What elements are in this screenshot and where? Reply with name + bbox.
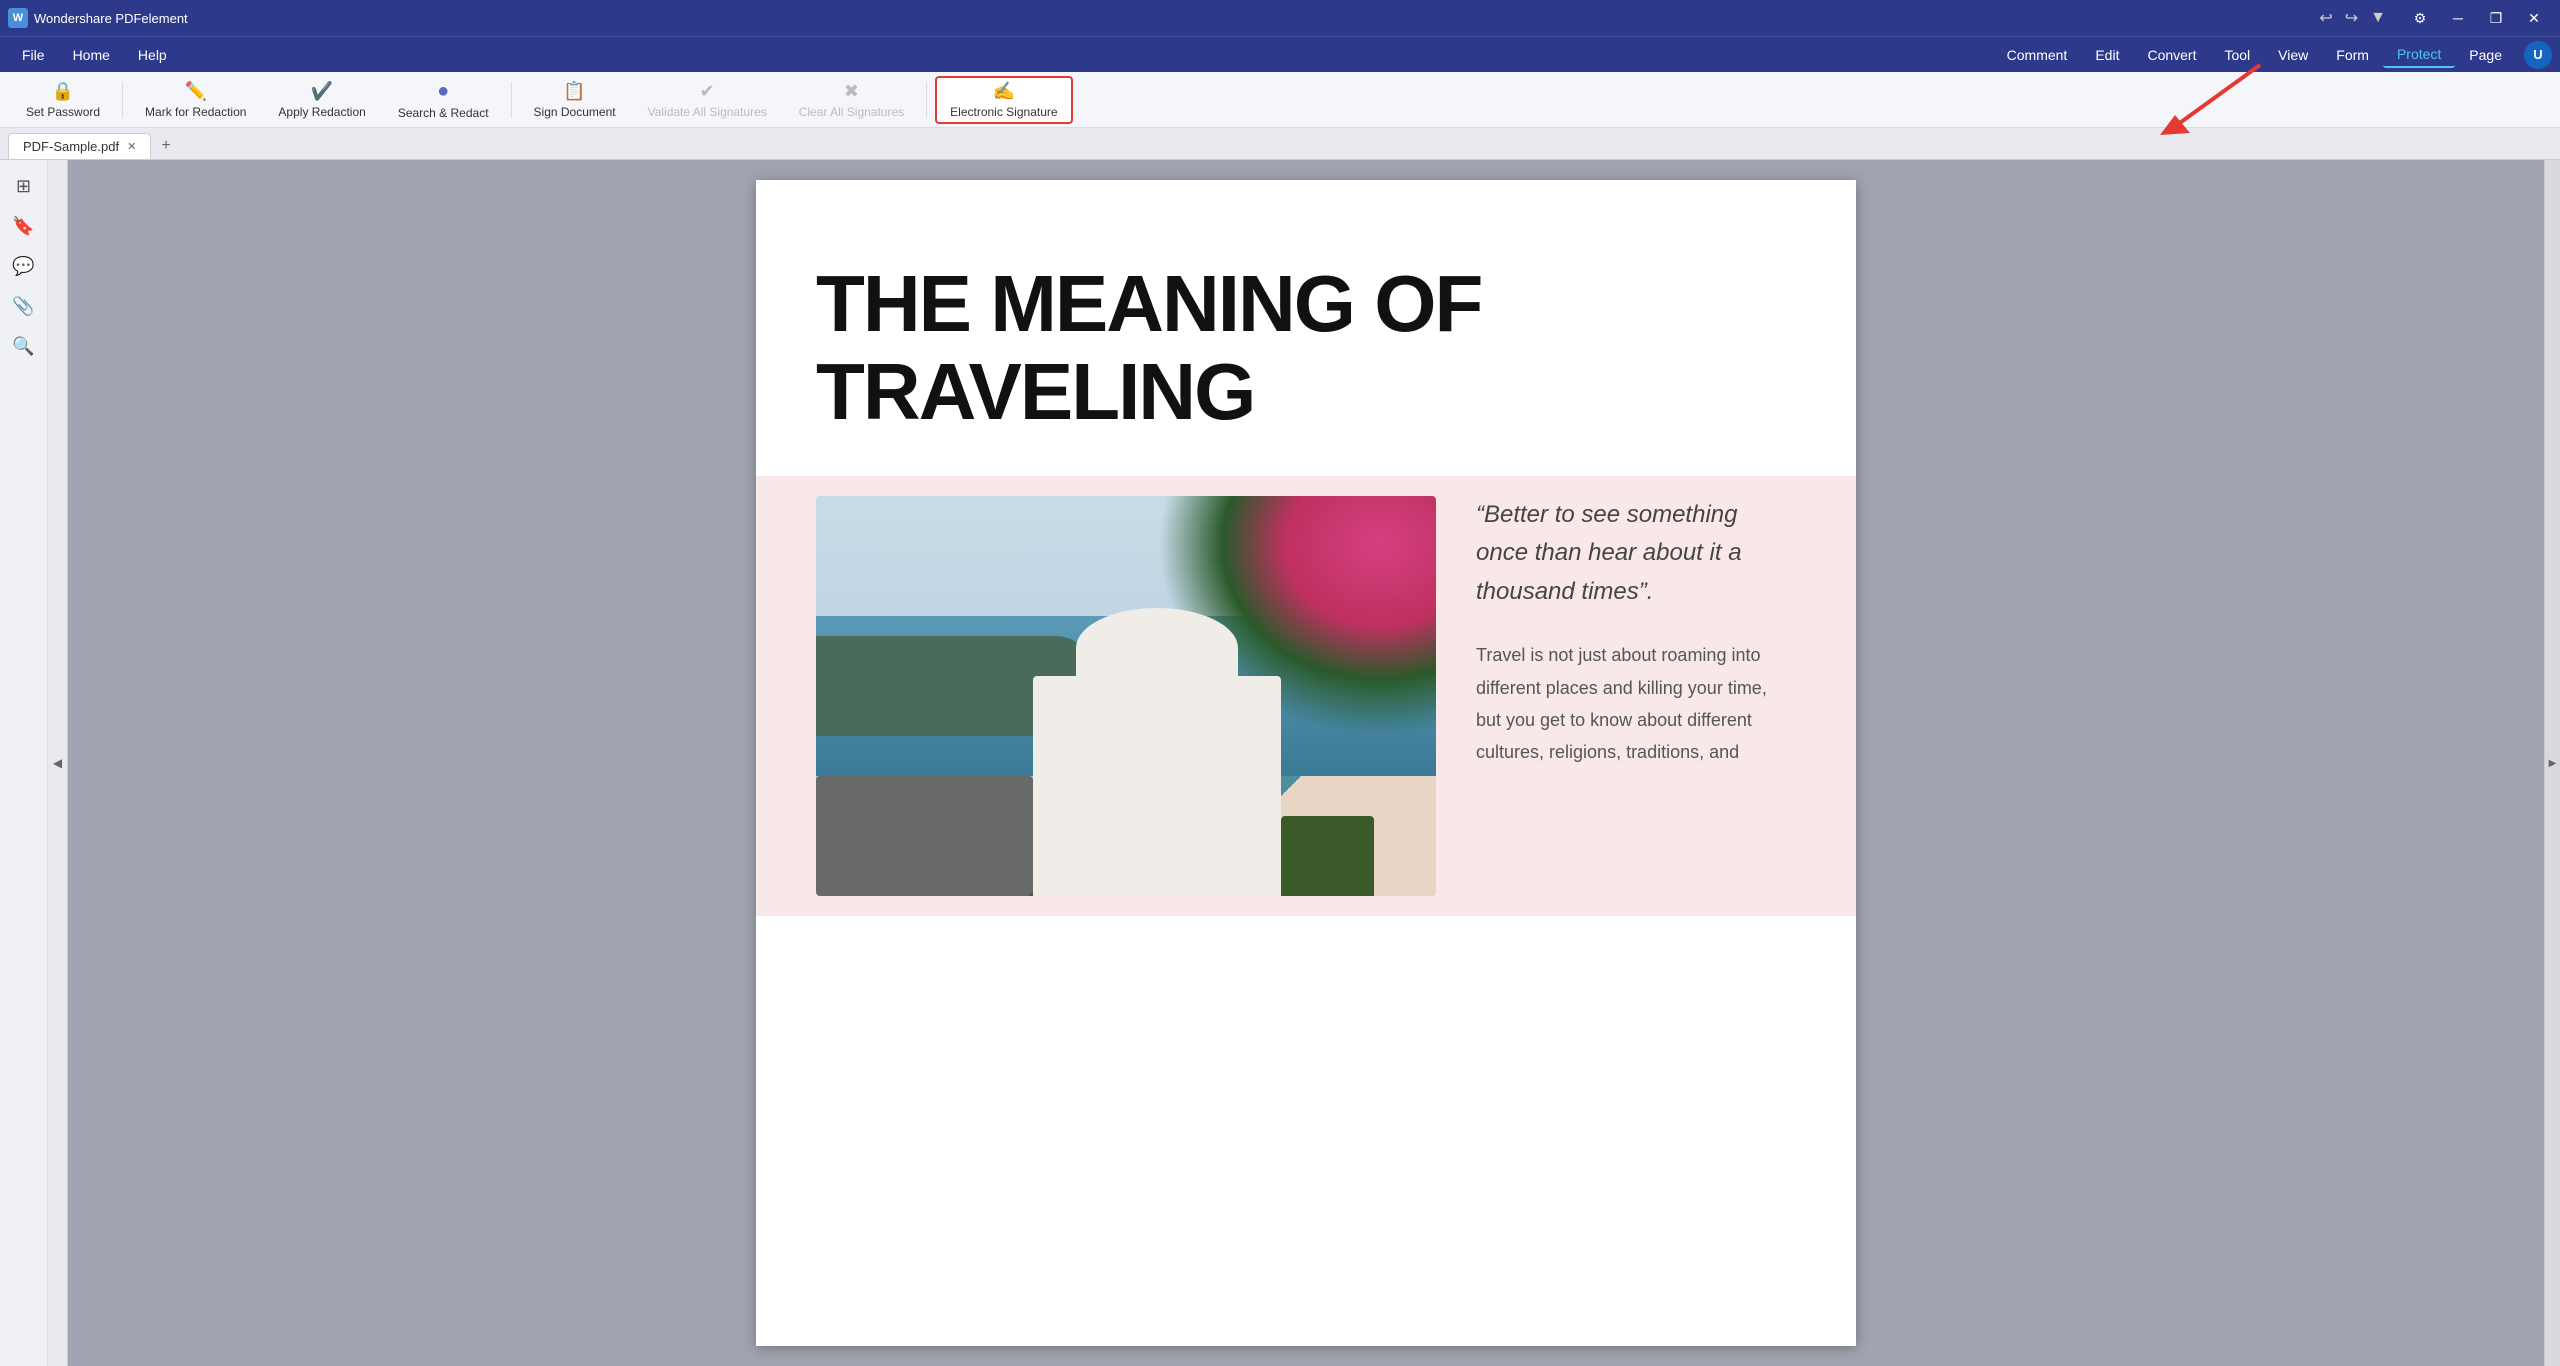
separator-1 [122,82,123,118]
separator-2 [511,82,512,118]
right-collapse-button[interactable]: ▶ [2544,160,2560,1366]
search-icon[interactable]: 🔍 [6,328,42,364]
validate-signatures-label: Validate All Signatures [648,105,767,119]
clear-signatures-label: Clear All Signatures [799,105,904,119]
search-redact-label: Search & Redact [398,106,489,120]
sign-document-label: Sign Document [534,105,616,119]
set-password-icon: 🔒 [52,81,74,102]
pdf-body-text: Travel is not just about roaming into di… [1476,639,1796,769]
menu-form[interactable]: Form [2322,43,2383,67]
menu-edit[interactable]: Edit [2081,43,2133,67]
ribbon: 🔒 Set Password ✏️ Mark for Redaction ✔️ … [0,72,2560,128]
apply-redaction-icon: ✔️ [311,81,333,102]
clear-signatures-button[interactable]: ✖ Clear All Signatures [785,76,918,124]
tabbar: PDF-Sample.pdf ✕ + [0,128,2560,160]
validate-signatures-button[interactable]: ✔ Validate All Signatures [634,76,781,124]
comments-icon[interactable]: 💬 [6,248,42,284]
img-building-dome [1076,608,1237,688]
app-icon: W [8,8,28,28]
menu-help[interactable]: Help [124,43,181,67]
apply-redaction-label: Apply Redaction [278,105,365,119]
mark-for-redaction-button[interactable]: ✏️ Mark for Redaction [131,76,260,124]
restore-btn[interactable]: ❐ [2478,0,2514,36]
electronic-signature-icon: ✍️ [993,81,1015,102]
close-btn[interactable]: ✕ [2516,0,2552,36]
mark-for-redaction-label: Mark for Redaction [145,105,246,119]
quick-access-toolbar: ↩ ↪ ▼ [2315,6,2390,30]
app-title: Wondershare PDFelement [34,11,2303,26]
redo-icon[interactable]: ↪ [2341,6,2362,30]
apply-redaction-button[interactable]: ✔️ Apply Redaction [264,76,379,124]
menu-tool[interactable]: Tool [2210,43,2264,67]
bookmarks-icon[interactable]: 🔖 [6,208,42,244]
collapse-panel-button[interactable]: ◀ [48,160,68,1366]
user-avatar[interactable]: U [2524,41,2552,69]
panels-icon[interactable]: ⊞ [6,168,42,204]
menu-comment[interactable]: Comment [1993,43,2082,67]
settings-btn[interactable]: ⚙ [2402,0,2438,36]
tab-label: PDF-Sample.pdf [23,139,119,154]
menu-convert[interactable]: Convert [2133,43,2210,67]
pdf-quote-section: “Better to see something once than hear … [1476,496,1796,769]
pdf-image-section: “Better to see something once than hear … [756,476,1856,916]
menu-view[interactable]: View [2264,43,2322,67]
img-building [1033,676,1281,896]
electronic-signature-label: Electronic Signature [950,105,1057,119]
img-plant [1281,816,1374,896]
sign-document-button[interactable]: 📋 Sign Document [520,76,630,124]
menubar: File Home Help Comment Edit Convert Tool… [0,36,2560,72]
electronic-signature-button[interactable]: ✍️ Electronic Signature [935,76,1072,124]
window-controls: ⚙ ─ ❐ ✕ [2402,0,2552,36]
tab-close-icon[interactable]: ✕ [127,140,136,153]
clear-signatures-icon: ✖ [844,81,859,102]
minimize-btn[interactable]: ─ [2440,0,2476,36]
validate-signatures-icon: ✔ [700,81,715,102]
menu-page[interactable]: Page [2455,43,2516,67]
sign-document-icon: 📋 [563,81,585,102]
pdf-title-section: THE MEANING OF TRAVELING [756,180,1856,476]
pdf-main-title: THE MEANING OF TRAVELING [816,260,1796,436]
mark-redaction-icon: ✏️ [185,81,207,102]
pdf-viewer[interactable]: THE MEANING OF TRAVELING “Better t [68,160,2544,1366]
pdf-travel-image [816,496,1436,896]
set-password-button[interactable]: 🔒 Set Password [12,76,114,124]
attachments-icon[interactable]: 📎 [6,288,42,324]
search-redact-icon: ● [437,80,449,103]
new-tab-button[interactable]: + [151,133,180,159]
titlebar: W Wondershare PDFelement ↩ ↪ ▼ ⚙ ─ ❐ ✕ [0,0,2560,36]
menu-protect[interactable]: Protect [2383,42,2455,68]
separator-3 [926,82,927,118]
dropdown-icon[interactable]: ▼ [2366,7,2390,29]
pdf-page: THE MEANING OF TRAVELING “Better t [756,180,1856,1346]
left-sidebar: ⊞ 🔖 💬 📎 🔍 [0,160,48,1366]
menu-home[interactable]: Home [59,43,124,67]
undo-icon[interactable]: ↩ [2315,6,2336,30]
search-redact-button[interactable]: ● Search & Redact [384,76,503,124]
tab-pdf-sample[interactable]: PDF-Sample.pdf ✕ [8,133,151,159]
main-content: ⊞ 🔖 💬 📎 🔍 ◀ THE MEANING OF TRAVELING [0,160,2560,1366]
pdf-quote: “Better to see something once than hear … [1476,496,1796,611]
menu-file[interactable]: File [8,43,59,67]
set-password-label: Set Password [26,105,100,119]
img-chairs [816,776,1033,896]
